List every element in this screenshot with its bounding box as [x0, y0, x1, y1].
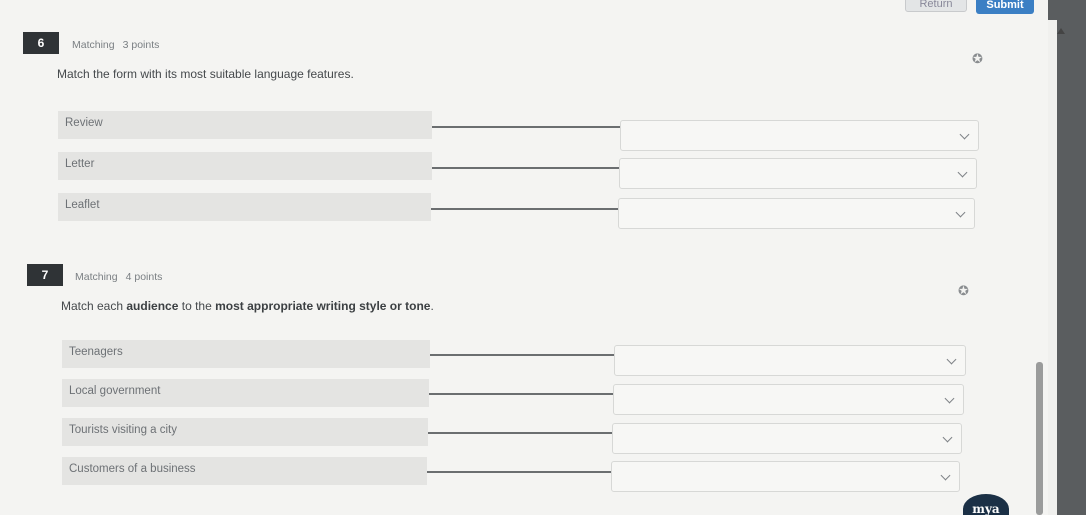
question-7-number: 7: [27, 264, 63, 286]
match-connector: [431, 208, 618, 210]
match-answer-select[interactable]: [619, 158, 977, 189]
match-term[interactable]: Teenagers: [62, 340, 430, 368]
question-type: Matching: [75, 271, 118, 283]
question-points: 3 points: [122, 39, 160, 51]
submit-button[interactable]: Submit: [976, 0, 1034, 14]
match-answer-select[interactable]: [613, 384, 964, 415]
scrollbar-track[interactable]: [1048, 20, 1057, 515]
match-term[interactable]: Tourists visiting a city: [62, 418, 428, 446]
return-button[interactable]: Return: [905, 0, 967, 12]
match-connector: [430, 354, 614, 356]
avatar-badge[interactable]: mya: [963, 494, 1009, 515]
match-answer-select[interactable]: [612, 423, 962, 454]
match-term[interactable]: Letter: [58, 152, 432, 180]
scroll-up-arrow-icon[interactable]: [1057, 28, 1065, 34]
chevron-down-icon: [942, 432, 953, 443]
question-7-prompt: Match each audience to the most appropri…: [61, 299, 434, 313]
match-connector: [432, 167, 619, 169]
pin-icon[interactable]: ✪: [958, 283, 969, 299]
match-term[interactable]: Customers of a business: [62, 457, 427, 485]
pin-icon[interactable]: ✪: [972, 51, 983, 67]
chevron-down-icon: [946, 354, 957, 365]
match-answer-select[interactable]: [618, 198, 975, 229]
chevron-down-icon: [944, 393, 955, 404]
chevron-down-icon: [955, 207, 966, 218]
match-connector: [428, 432, 612, 434]
prompt-text: Match each: [61, 299, 127, 313]
match-term[interactable]: Leaflet: [58, 193, 431, 221]
question-6-meta: Matching 3 points: [72, 39, 159, 51]
chevron-down-icon: [957, 167, 968, 178]
prompt-emphasis: audience: [126, 299, 179, 313]
question-6-prompt: Match the form with its most suitable la…: [57, 67, 354, 81]
question-type: Matching: [72, 39, 115, 51]
scrollbar-thumb[interactable]: [1036, 362, 1043, 515]
match-answer-select[interactable]: [611, 461, 960, 492]
match-term[interactable]: Local government: [62, 379, 429, 407]
prompt-text: .: [430, 299, 434, 313]
chevron-down-icon: [959, 129, 970, 140]
match-connector: [427, 471, 611, 473]
match-connector: [432, 126, 620, 128]
chevron-down-icon: [940, 470, 951, 481]
quiz-page: Return Submit 6 Matching 3 points Match t…: [0, 0, 1048, 515]
question-6-number: 6: [23, 32, 59, 54]
match-answer-select[interactable]: [620, 120, 979, 151]
match-answer-select[interactable]: [614, 345, 966, 376]
prompt-text: to the: [178, 299, 216, 313]
match-term[interactable]: Review: [58, 111, 432, 139]
prompt-emphasis: most appropriate writing style or tone: [215, 299, 431, 313]
question-points: 4 points: [125, 271, 163, 283]
question-7-meta: Matching 4 points: [75, 271, 162, 283]
match-connector: [429, 393, 613, 395]
